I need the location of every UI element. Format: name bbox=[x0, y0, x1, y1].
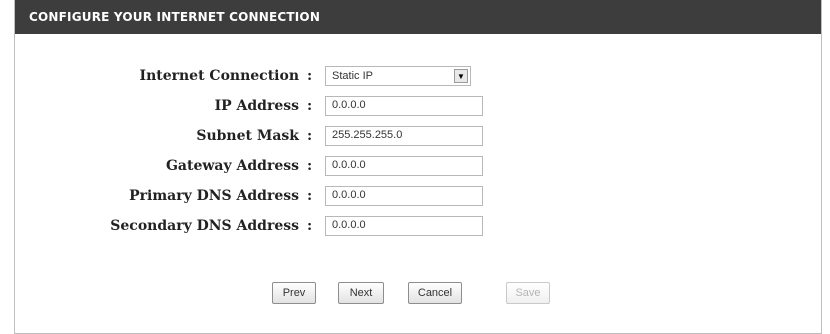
ip-address-input[interactable]: 0.0.0.0 bbox=[325, 96, 483, 116]
internet-connection-select[interactable]: Static IP ▼ bbox=[325, 66, 471, 86]
panel-header: CONFIGURE YOUR INTERNET CONNECTION bbox=[15, 0, 821, 34]
row-internet-connection: Internet Connection : Static IP ▼ bbox=[15, 64, 821, 88]
colon: : bbox=[307, 158, 313, 174]
colon: : bbox=[307, 128, 313, 144]
label-internet-connection: Internet Connection bbox=[139, 68, 299, 84]
label-ip-address: IP Address bbox=[214, 98, 299, 114]
row-ip-address: IP Address : 0.0.0.0 bbox=[15, 94, 821, 118]
colon: : bbox=[307, 98, 313, 114]
row-subnet-mask: Subnet Mask : 255.255.255.0 bbox=[15, 124, 821, 148]
save-button[interactable]: Save bbox=[506, 282, 550, 304]
colon: : bbox=[307, 218, 313, 234]
gateway-address-input[interactable]: 0.0.0.0 bbox=[325, 156, 483, 176]
label-gateway-address: Gateway Address bbox=[165, 158, 299, 174]
row-secondary-dns: Secondary DNS Address : 0.0.0.0 bbox=[15, 214, 821, 238]
chevron-down-icon[interactable]: ▼ bbox=[454, 69, 468, 83]
config-panel: CONFIGURE YOUR INTERNET CONNECTION Inter… bbox=[14, 0, 822, 334]
subnet-mask-input[interactable]: 255.255.255.0 bbox=[325, 126, 483, 146]
internet-connection-value: Static IP bbox=[332, 70, 373, 82]
colon: : bbox=[307, 68, 313, 84]
row-gateway-address: Gateway Address : 0.0.0.0 bbox=[15, 154, 821, 178]
colon: : bbox=[307, 188, 313, 204]
label-subnet-mask: Subnet Mask bbox=[196, 128, 299, 144]
row-primary-dns: Primary DNS Address : 0.0.0.0 bbox=[15, 184, 821, 208]
next-button[interactable]: Next bbox=[338, 282, 384, 304]
prev-button[interactable]: Prev bbox=[272, 282, 316, 304]
panel-title: CONFIGURE YOUR INTERNET CONNECTION bbox=[29, 10, 321, 24]
label-secondary-dns: Secondary DNS Address bbox=[110, 218, 299, 234]
primary-dns-input[interactable]: 0.0.0.0 bbox=[325, 186, 483, 206]
label-primary-dns: Primary DNS Address bbox=[129, 188, 299, 204]
secondary-dns-input[interactable]: 0.0.0.0 bbox=[325, 216, 483, 236]
cancel-button[interactable]: Cancel bbox=[408, 282, 462, 304]
